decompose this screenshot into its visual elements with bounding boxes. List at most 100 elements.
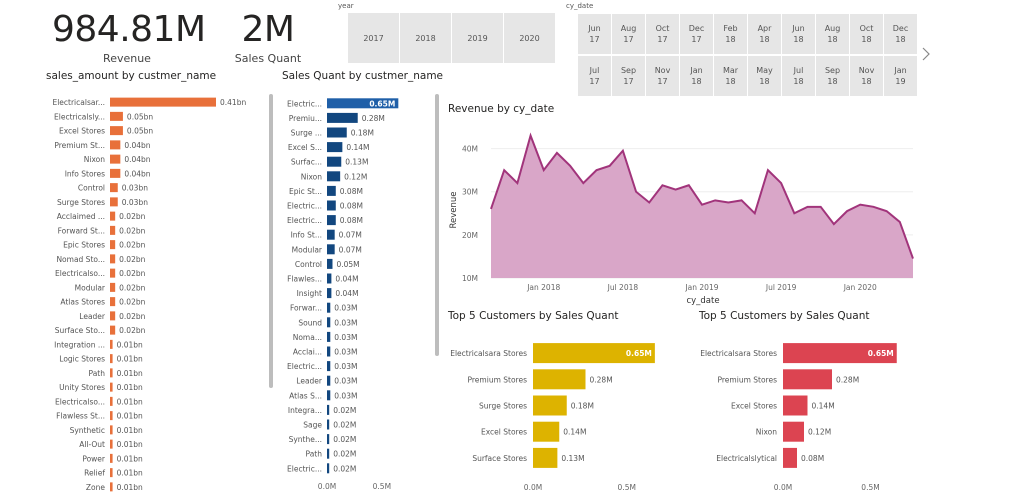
date-option-oct-17[interactable]: Oct 17: [646, 14, 679, 54]
date-option-jan-19[interactable]: Jan 19: [884, 56, 917, 96]
bar[interactable]: [110, 211, 116, 221]
date-option-aug-17[interactable]: Aug 17: [612, 14, 645, 54]
bar[interactable]: [327, 142, 343, 153]
chevron-right-icon[interactable]: [920, 46, 932, 62]
bar[interactable]: [327, 361, 331, 372]
x-tick-label: 0.5M: [618, 483, 636, 492]
bar[interactable]: [327, 302, 331, 313]
bar[interactable]: [110, 439, 113, 449]
bar[interactable]: [327, 317, 331, 328]
bar[interactable]: [110, 282, 116, 292]
bar[interactable]: [783, 369, 832, 390]
bar[interactable]: [110, 240, 116, 250]
x-tick-label: Jan 2019: [684, 283, 718, 292]
data-label: 0.04bn: [124, 155, 150, 164]
year-option-2017[interactable]: 2017: [348, 13, 399, 63]
bar[interactable]: [533, 447, 558, 468]
date-option-jun-18[interactable]: Jun 18: [782, 14, 815, 54]
bar[interactable]: [327, 419, 330, 430]
date-option-jul-17[interactable]: Jul 17: [578, 56, 611, 96]
bar[interactable]: [327, 127, 347, 138]
bar[interactable]: [327, 185, 336, 196]
data-label: 0.03M: [334, 304, 357, 313]
bar[interactable]: [110, 482, 113, 492]
x-axis-title: cy_date: [686, 296, 719, 306]
bar[interactable]: [327, 229, 335, 240]
bar[interactable]: [327, 244, 335, 255]
bar[interactable]: [533, 421, 560, 442]
bar[interactable]: [110, 339, 113, 349]
bar[interactable]: [110, 168, 121, 178]
date-option-mar-18[interactable]: Mar 18: [714, 56, 747, 96]
date-option-jul-18[interactable]: Jul 18: [782, 56, 815, 96]
bar[interactable]: [110, 154, 121, 164]
date-option-aug-18[interactable]: Aug 18: [816, 14, 849, 54]
year-option-2019[interactable]: 2019: [452, 13, 503, 63]
bar[interactable]: [327, 215, 336, 226]
date-option-oct-18[interactable]: Oct 18: [850, 14, 883, 54]
bar[interactable]: [110, 111, 123, 121]
bar[interactable]: [327, 258, 333, 269]
date-option-jun-17[interactable]: Jun 17: [578, 14, 611, 54]
bar[interactable]: [327, 112, 358, 123]
scrollbar-sales-quant[interactable]: [435, 94, 439, 356]
bar[interactable]: [783, 447, 797, 468]
date-option-nov-17[interactable]: Nov 17: [646, 56, 679, 96]
bar[interactable]: [327, 200, 336, 211]
bar[interactable]: [110, 183, 118, 193]
date-option-dec-17[interactable]: Dec 17: [680, 14, 713, 54]
bar[interactable]: [110, 254, 116, 264]
bar[interactable]: [327, 390, 331, 401]
bar[interactable]: [110, 453, 113, 463]
bar[interactable]: [783, 421, 804, 442]
bar[interactable]: [327, 331, 331, 342]
bar[interactable]: [327, 156, 342, 167]
bar[interactable]: [533, 369, 586, 390]
date-option-nov-18[interactable]: Nov 18: [850, 56, 883, 96]
bar[interactable]: [110, 197, 118, 207]
bar[interactable]: [327, 288, 332, 299]
bar[interactable]: [110, 126, 123, 136]
bar[interactable]: [110, 297, 116, 307]
bar[interactable]: [327, 434, 330, 445]
bar[interactable]: [533, 395, 567, 416]
bar[interactable]: [327, 375, 331, 386]
bar[interactable]: [110, 425, 113, 435]
data-label: 0.28M: [590, 375, 613, 384]
data-label: 0.02M: [333, 464, 356, 473]
bar[interactable]: [110, 268, 116, 278]
bar[interactable]: [110, 382, 113, 392]
bar[interactable]: [327, 404, 330, 415]
data-label: 0.07M: [339, 231, 362, 240]
bar[interactable]: [783, 395, 808, 416]
bar[interactable]: [110, 97, 216, 107]
date-option-feb-18[interactable]: Feb 18: [714, 14, 747, 54]
bar[interactable]: [110, 354, 113, 364]
bar[interactable]: [110, 140, 121, 150]
bar[interactable]: [110, 325, 116, 335]
scrollbar-sales-amount[interactable]: [269, 94, 273, 388]
bar[interactable]: [327, 171, 341, 182]
date-option-sep-18[interactable]: Sep 18: [816, 56, 849, 96]
bar[interactable]: [110, 225, 116, 235]
data-label: 0.08M: [340, 187, 363, 196]
year-option-2018[interactable]: 2018: [400, 13, 451, 63]
date-option-apr-18[interactable]: Apr 18: [748, 14, 781, 54]
x-tick-label: 0.0M: [318, 482, 336, 491]
date-option-dec-18[interactable]: Dec 18: [884, 14, 917, 54]
date-option-sep-17[interactable]: Sep 17: [612, 56, 645, 96]
bar[interactable]: [110, 468, 113, 478]
date-option-may-18[interactable]: May 18: [748, 56, 781, 96]
bar[interactable]: [110, 396, 113, 406]
date-option-jan-18[interactable]: Jan 18: [680, 56, 713, 96]
bar[interactable]: [327, 463, 330, 474]
bar[interactable]: [110, 411, 113, 421]
bar[interactable]: [327, 448, 330, 459]
category-label: Insight: [297, 289, 322, 298]
bar[interactable]: [110, 311, 116, 321]
category-label: Surface Stores: [472, 454, 527, 463]
bar[interactable]: [327, 346, 331, 357]
bar[interactable]: [110, 368, 113, 378]
bar[interactable]: [327, 273, 332, 284]
year-option-2020[interactable]: 2020: [504, 13, 555, 63]
